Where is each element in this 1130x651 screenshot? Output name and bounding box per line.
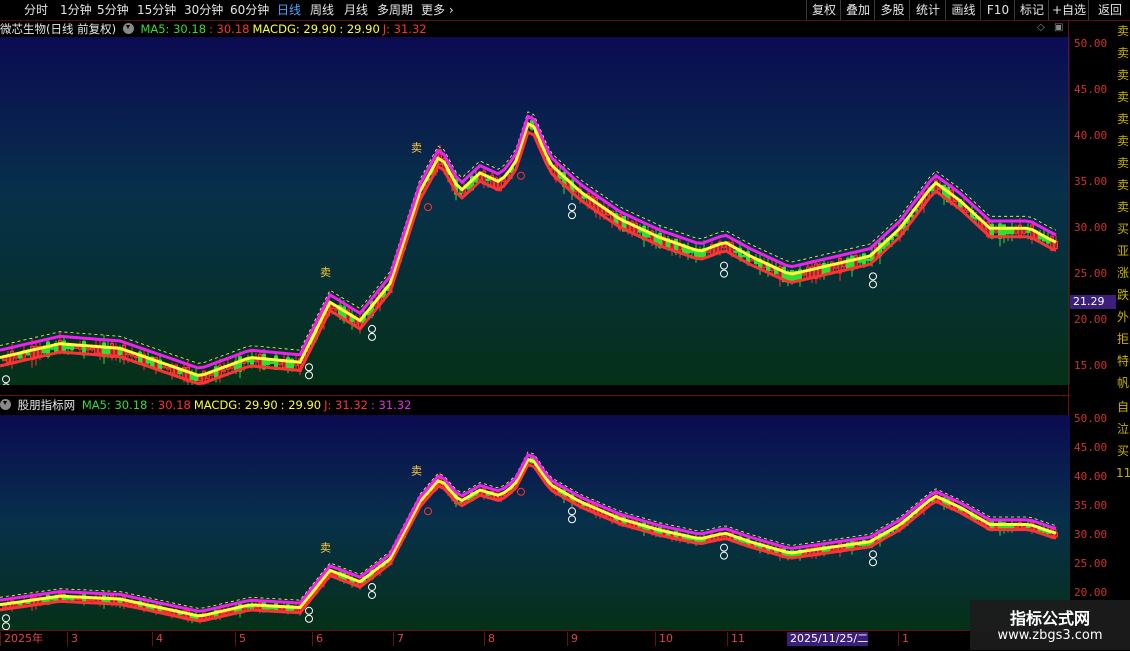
toolbar-item-1[interactable]: 1分钟 (60, 0, 92, 20)
date-label-5: 7 (393, 632, 404, 646)
sell-label: 卖 (411, 464, 422, 477)
toolbar-item-5[interactable]: 60分钟 (230, 0, 269, 20)
candle-body (50, 347, 54, 350)
toolbar-item-6[interactable]: 日线 (277, 0, 301, 20)
date-label-1: 3 (67, 632, 78, 646)
axis-label: 35.00 (1074, 175, 1108, 188)
indicator-title[interactable]: 股朋指标网 (18, 398, 76, 412)
candle-body (270, 606, 274, 610)
toolbar-right-0[interactable]: 复权 (806, 0, 841, 20)
toolbar-item-0[interactable]: 分时 (24, 0, 48, 20)
candle-body (742, 254, 746, 258)
panel2-title-bar: 股朋指标网 MA5: 30.18: 30.18 MACDG: 29.90: 29.… (0, 396, 417, 414)
kline-chart-indicator[interactable]: 卖卖 (0, 415, 1070, 630)
toolbar-item-4[interactable]: 30分钟 (184, 0, 223, 20)
period-toolbar: 分时 1分钟 5分钟 15分钟 30分钟 60分钟 日线 周线 月线 多周期 更多 › 复权 叠加 多股… (0, 0, 1130, 21)
toolbar-item-8[interactable]: 月线 (344, 0, 368, 20)
candle-body (26, 352, 30, 356)
sell-label: 卖 (320, 542, 331, 555)
axis-label: 30.00 (1074, 528, 1108, 541)
sell-label: 卖 (320, 266, 331, 279)
price-axis-main: 50.00 45.00 40.00 35.00 30.00 25.00 20.00 15.00 (1070, 20, 1116, 385)
toolbar-right-6[interactable]: 标记 (1014, 0, 1049, 20)
toolbar-right-2[interactable]: 多股 (874, 0, 910, 20)
date-label-7: 9 (567, 632, 578, 646)
toolbar-right-1[interactable]: 叠加 (840, 0, 875, 20)
axis-label: 25.00 (1074, 267, 1108, 280)
candle-body (66, 345, 70, 350)
date-label-4: 6 (312, 632, 323, 646)
last-price-badge: 21.29 (1070, 295, 1116, 309)
toolbar-item-10[interactable]: 更多 › (421, 0, 454, 20)
candle-body (698, 250, 702, 258)
toolbar-right-5[interactable]: F10 (980, 0, 1015, 20)
candle-body (858, 259, 862, 263)
toolbar-item-3[interactable]: 15分钟 (137, 0, 176, 20)
toolbar-right-7[interactable]: +自选 (1048, 0, 1089, 20)
axis-label: 35.00 (1074, 499, 1108, 512)
candle-body (690, 250, 694, 253)
date-label-9: 11 (727, 632, 745, 646)
date-label-3: 5 (235, 632, 246, 646)
toolbar-item-7[interactable]: 周线 (310, 0, 334, 20)
indicator-value-3: : 29.90 (280, 398, 322, 412)
candle-body (246, 359, 250, 363)
axis-label: 50.00 (1074, 412, 1108, 425)
candle-body (866, 258, 870, 262)
watermark-line1: 指标公式网 (1009, 609, 1090, 628)
axis-label: 40.00 (1074, 129, 1108, 142)
watermark: 指标公式网 www.zbgs3.com (970, 600, 1130, 650)
indicator-value-0: MA5: 30.18 (81, 398, 148, 412)
date-label-8: 10 (655, 632, 673, 646)
toolbar-item-2[interactable]: 5分钟 (97, 0, 129, 20)
axis-label: 50.00 (1074, 37, 1108, 50)
axis-label: 15.00 (1074, 359, 1108, 372)
indicator-value-5: : 31.32 (370, 398, 412, 412)
axis-label: 20.00 (1074, 586, 1108, 599)
dropdown-chevron-icon[interactable] (0, 399, 11, 410)
axis-label: 30.00 (1074, 221, 1108, 234)
date-axis: 2025年 3 4 5 6 7 8 9 10 11 2025/11/25/二 1 (0, 630, 1070, 651)
candle-body (1026, 230, 1030, 233)
kline-chart-main[interactable]: 卖卖 (0, 20, 1070, 385)
toolbar-right-8[interactable]: 返回 (1088, 0, 1130, 20)
toolbar-item-9[interactable]: 多周期 (377, 0, 413, 20)
date-label-10: 2025/11/25/二 (787, 632, 869, 646)
axis-label: 20.00 (1074, 313, 1108, 326)
candle-body (270, 361, 274, 364)
date-label-11: 1 (898, 632, 909, 646)
side-signal-column: 卖卖卖卖卖卖卖卖卖买亚涨跌外拒特帆 (1116, 24, 1129, 390)
candle-body (866, 543, 870, 546)
side-signal-column-2: 自泣买1111111 (1116, 400, 1130, 480)
watermark-url: www.zbgs3.com (997, 628, 1103, 643)
toolbar-right-3[interactable]: 统计 (909, 0, 946, 20)
candle-body (486, 178, 490, 181)
price-axis-indicator: 50.00 45.00 40.00 35.00 30.00 25.00 20.00 (1070, 396, 1116, 630)
date-label-6: 8 (484, 632, 495, 646)
date-label-0: 2025年 (0, 632, 43, 646)
indicator-value-4: J: 31.32 (324, 398, 368, 412)
axis-label: 45.00 (1074, 83, 1108, 96)
axis-label: 45.00 (1074, 441, 1108, 454)
axis-label: 40.00 (1074, 470, 1108, 483)
axis-label: 25.00 (1074, 557, 1108, 570)
indicator-value-1: : 30.18 (150, 398, 191, 412)
toolbar-right-4[interactable]: 画线 (945, 0, 981, 20)
indicator-value-2: MACDG: 29.90 (193, 398, 278, 412)
sell-label: 卖 (411, 141, 422, 154)
candle-body (734, 250, 738, 253)
date-label-2: 4 (152, 632, 163, 646)
